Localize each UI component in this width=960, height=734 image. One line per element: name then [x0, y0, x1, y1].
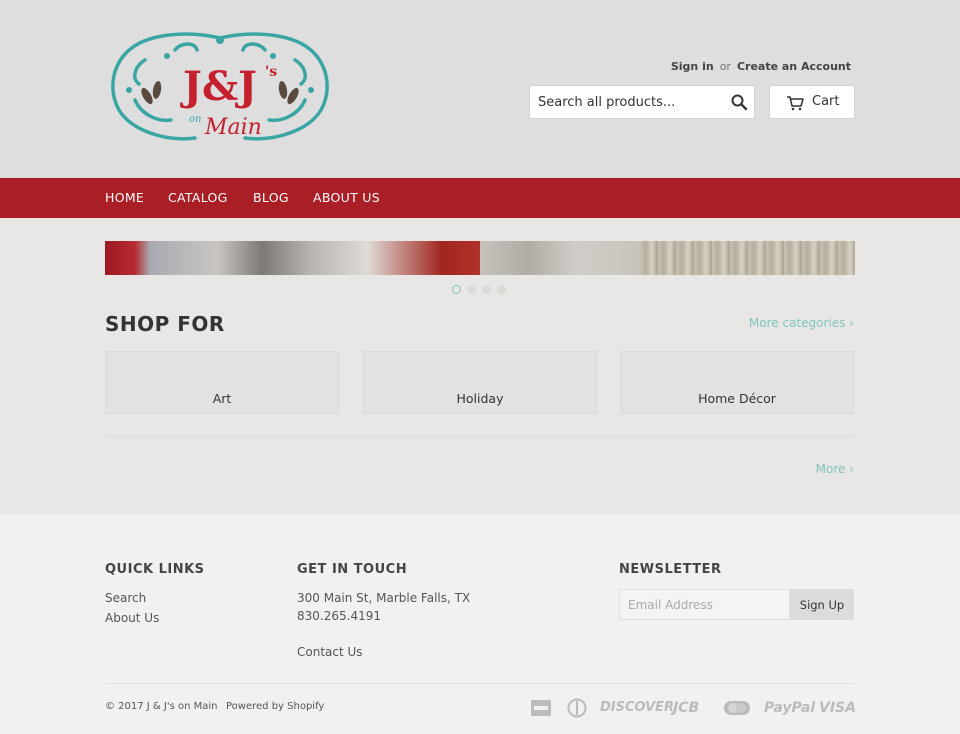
create-account-link[interactable]: Create an Account — [737, 60, 851, 73]
nav-item-about-us[interactable]: ABOUT US — [313, 190, 380, 205]
jcb-icon: JCB — [673, 700, 700, 716]
nav-item-home[interactable]: HOME — [105, 190, 144, 205]
slide-image-left — [105, 241, 480, 275]
footer-divider — [105, 683, 855, 684]
category-label: Home Décor — [698, 391, 776, 406]
section-divider — [105, 436, 855, 437]
svg-text:Main: Main — [204, 115, 262, 140]
category-card-holiday[interactable]: Holiday — [363, 351, 597, 414]
cart-button[interactable]: Cart — [769, 85, 855, 119]
hero-slideshow[interactable] — [105, 241, 855, 275]
logo-image: J&J 's on Main — [111, 32, 329, 141]
visa-icon: VISA — [819, 700, 856, 716]
cart-icon — [787, 96, 804, 111]
slide-image-middle — [480, 241, 640, 275]
cart-label: Cart — [812, 94, 840, 109]
search-form — [529, 85, 755, 119]
newsletter-email-field[interactable] — [619, 589, 790, 620]
contact-us-link[interactable]: Contact Us — [297, 645, 363, 659]
svg-text:on: on — [189, 114, 201, 125]
account-links: Sign in or Create an Account — [671, 60, 851, 73]
master-icon — [724, 701, 750, 715]
more-categories-link[interactable]: More categories › — [749, 316, 854, 330]
or-separator: or — [719, 60, 731, 73]
diners-club-icon — [567, 698, 587, 718]
nav-item-catalog[interactable]: CATALOG — [168, 190, 228, 205]
slide-dot-1[interactable] — [452, 285, 461, 294]
category-label: Holiday — [456, 391, 504, 406]
shop-for-heading: SHOP FOR — [105, 312, 225, 336]
slide-image-right — [640, 241, 855, 275]
copyright-text: © 2017 J & J's on Main — [105, 701, 218, 712]
svg-text:J&J: J&J — [180, 63, 257, 110]
svg-text:'s: 's — [265, 64, 277, 80]
category-card-home-decor[interactable]: Home Décor — [620, 351, 854, 414]
more-link[interactable]: More › — [816, 462, 854, 476]
site-footer: QUICK LINKS Search About Us GET IN TOUCH… — [0, 515, 960, 734]
newsletter-signup-button[interactable]: Sign Up — [790, 589, 854, 620]
discover-icon: DISCOVER — [600, 700, 675, 715]
slide-dot-3[interactable] — [482, 285, 491, 294]
footer-link-about-us[interactable]: About Us — [105, 611, 159, 625]
search-icon[interactable] — [730, 93, 748, 111]
store-phone: 830.265.4191 — [297, 609, 381, 623]
powered-by-shopify-link[interactable]: Powered by Shopify — [226, 701, 324, 712]
quick-links-heading: QUICK LINKS — [105, 562, 205, 577]
slide-dot-4[interactable] — [497, 285, 506, 294]
category-label: Art — [212, 391, 232, 406]
american-express-icon — [531, 700, 551, 716]
site-header: J&J 's on Main Sign in or Create an Accoun… — [0, 0, 960, 178]
footer-link-search[interactable]: Search — [105, 591, 146, 605]
main-navigation: HOME CATALOG BLOG ABOUT US — [0, 178, 960, 218]
store-address: 300 Main St, Marble Falls, TX — [297, 591, 471, 605]
get-in-touch-heading: GET IN TOUCH — [297, 562, 408, 577]
search-input[interactable] — [530, 86, 720, 118]
sign-in-link[interactable]: Sign in — [671, 60, 714, 73]
slide-dot-2[interactable] — [467, 285, 476, 294]
category-card-art[interactable]: Art — [105, 351, 339, 414]
newsletter-heading: NEWSLETTER — [619, 562, 722, 577]
nav-item-blog[interactable]: BLOG — [253, 190, 289, 205]
paypal-icon: PayPal — [764, 700, 816, 716]
